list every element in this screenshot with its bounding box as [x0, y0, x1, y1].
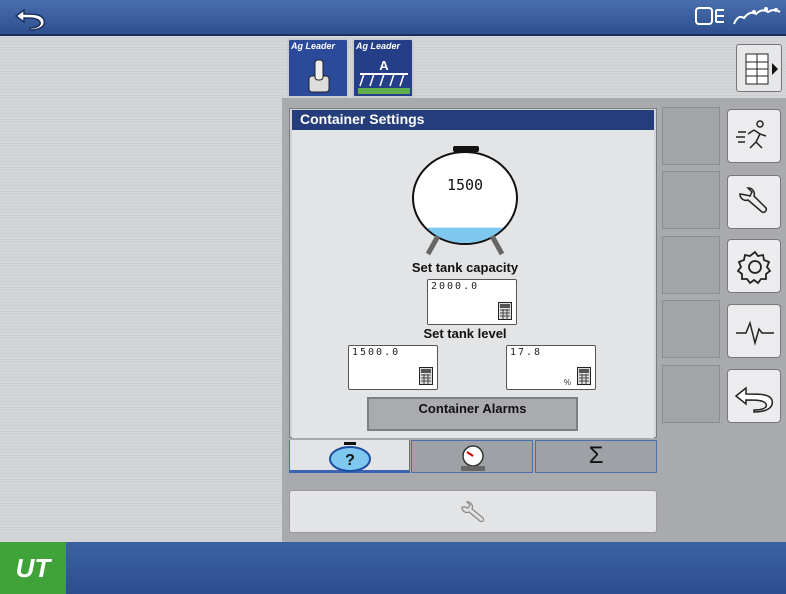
tank-capacity-label: Set tank capacity	[411, 260, 519, 275]
sum-icon: Σ	[588, 442, 604, 469]
panel-title: Container Settings	[292, 110, 654, 130]
gauge-icon	[461, 445, 485, 471]
tab-switches[interactable]: Ag Leader	[287, 38, 349, 98]
calculator-icon	[498, 302, 512, 320]
tank-capacity-field[interactable]: 2000.0	[427, 279, 517, 325]
svg-text:?: ?	[345, 452, 355, 469]
tank-level-percent-field[interactable]: 17.8 %	[506, 345, 596, 390]
diagnostics-button[interactable]	[727, 304, 781, 358]
tank-help-icon: ?	[329, 442, 371, 472]
tab-totals[interactable]: Σ	[535, 440, 657, 473]
tab-gauge[interactable]	[411, 440, 533, 473]
back-arrow-icon	[14, 8, 46, 31]
gps-satellite-icon	[733, 7, 781, 25]
sprayer-letter: A	[379, 58, 389, 73]
back-button[interactable]	[10, 4, 54, 32]
back-side-button[interactable]	[727, 369, 781, 423]
empty-slot	[662, 365, 720, 423]
tab-tank-settings[interactable]: ?	[289, 440, 410, 473]
percent-unit: %	[563, 378, 571, 387]
empty-left-area	[0, 36, 282, 542]
top-bar	[0, 0, 786, 36]
wrench-icon	[739, 187, 768, 214]
tools-button[interactable]	[289, 490, 657, 533]
tank-capacity-value: 2000.0	[431, 281, 480, 292]
back-arrow-icon	[734, 386, 774, 413]
sprayer-icon: A	[358, 58, 410, 94]
layout-menu-button[interactable]	[736, 44, 782, 92]
settings-button[interactable]	[727, 239, 781, 293]
bottom-bar	[0, 542, 786, 594]
calculator-icon	[577, 367, 591, 385]
tank-level-volume-field[interactable]: 1500.0	[348, 345, 438, 390]
run-button[interactable]	[727, 109, 781, 163]
wrench-icon	[461, 501, 485, 523]
gear-icon	[736, 250, 772, 285]
implement-status-icon	[695, 7, 724, 25]
tank-icon	[412, 146, 518, 256]
tank-level-percent-value: 17.8	[510, 347, 543, 358]
tools-side-button[interactable]	[727, 175, 781, 229]
status-area	[694, 4, 784, 30]
ut-logo[interactable]: UT	[0, 542, 66, 594]
empty-slot	[662, 300, 720, 358]
calculator-icon	[419, 367, 433, 385]
empty-slot	[662, 107, 720, 165]
run-icon	[736, 120, 767, 149]
tab-brand-label: Ag Leader	[291, 41, 336, 51]
tank-level-label: Set tank level	[423, 326, 507, 341]
grid-menu-icon	[745, 53, 778, 85]
tab-sprayer[interactable]: Ag Leader A	[352, 38, 414, 98]
tab-brand-label: Ag Leader	[356, 41, 401, 51]
diagnostics-icon	[736, 320, 774, 346]
empty-slot	[662, 236, 720, 294]
tank-level-readout: 1500	[446, 176, 484, 194]
container-alarms-button[interactable]: Container Alarms	[367, 397, 578, 431]
empty-slot	[662, 171, 720, 229]
tank-level-volume-value: 1500.0	[352, 347, 401, 358]
toggle-switch-icon	[308, 59, 330, 93]
